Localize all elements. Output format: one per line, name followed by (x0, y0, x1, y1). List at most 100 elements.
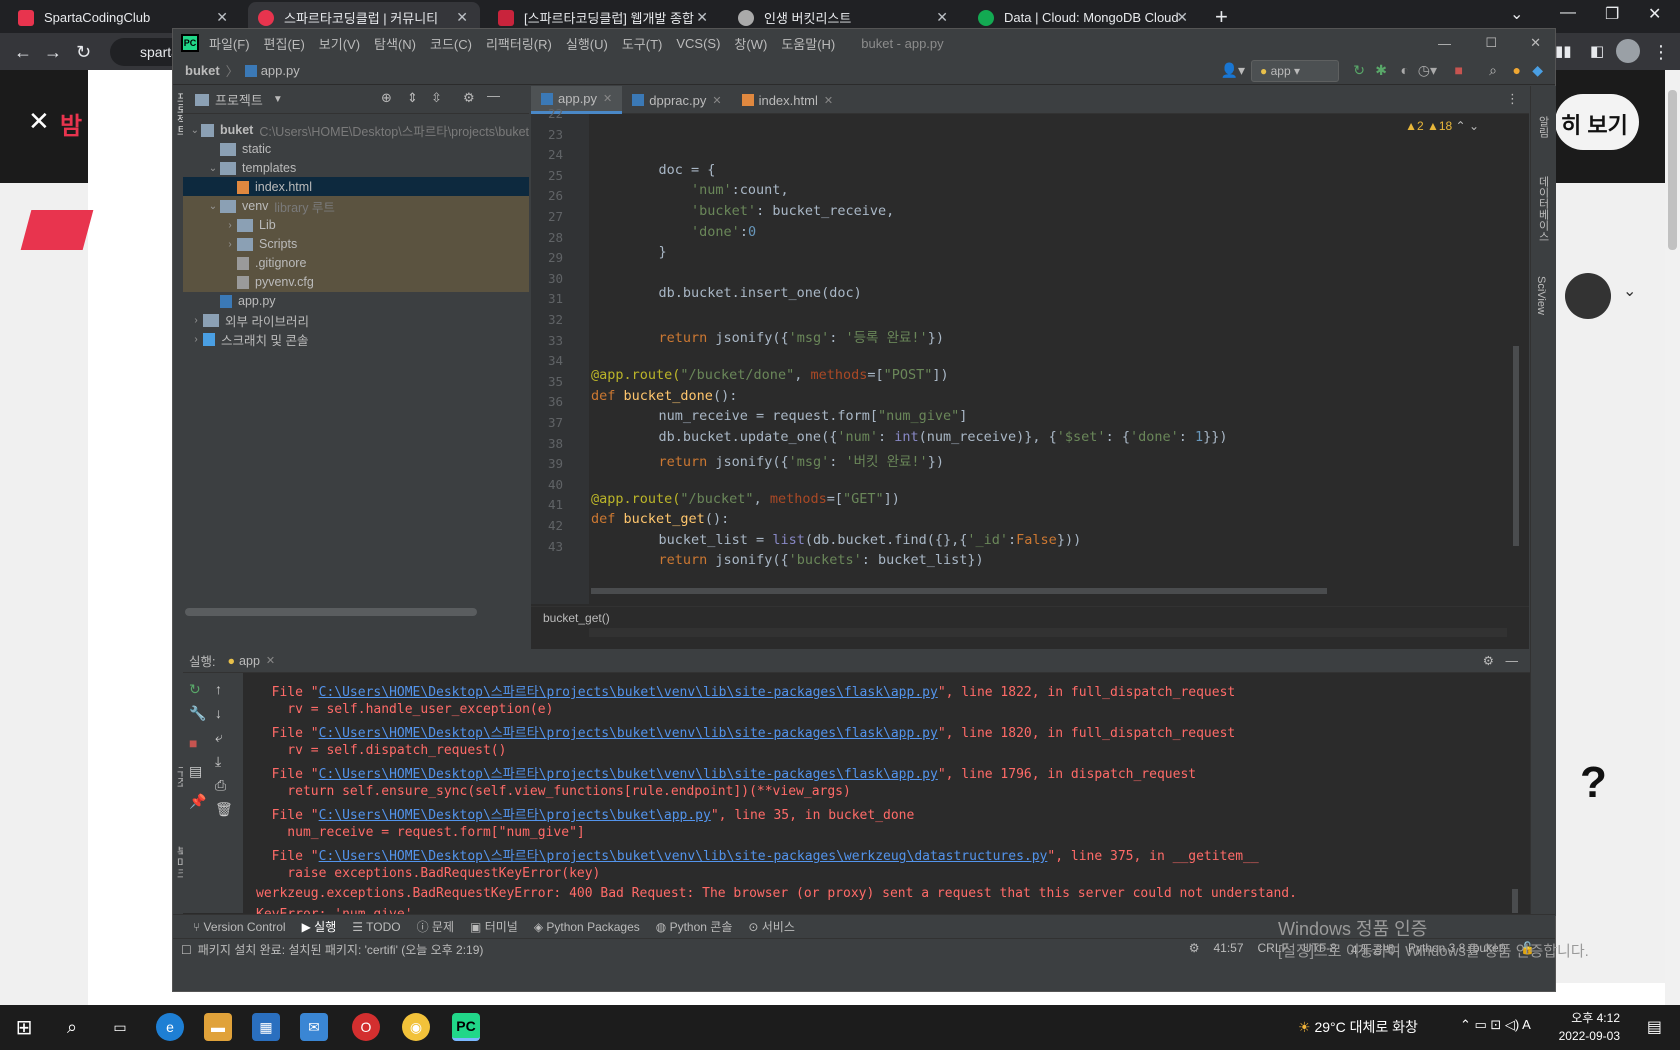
chrome-icon[interactable]: ◉ (402, 1013, 430, 1041)
inspection-widget[interactable]: ▲2 ▲18 ⌃ ⌄ (1405, 119, 1479, 133)
tool-services[interactable]: ⊙ 서비스 (748, 918, 795, 935)
tree-item[interactable]: › 외부 라이브러리 (183, 310, 529, 330)
rerun-icon[interactable]: ↻ (1353, 62, 1365, 79)
stop-icon[interactable]: ■ (189, 735, 197, 751)
horizontal-scrollbar[interactable] (591, 588, 1327, 594)
file-link[interactable]: C:\Users\HOME\Desktop\스파르타\projects\buke… (319, 685, 938, 700)
close-icon[interactable]: ✕ (712, 94, 721, 107)
tool-python-console[interactable]: ◍ Python 콘솔 (656, 918, 733, 935)
soft-wrap-icon[interactable]: ⤶ (215, 729, 223, 746)
trash-icon[interactable]: 🗑 (215, 801, 233, 818)
file-explorer-icon[interactable]: ▬ (204, 1013, 232, 1041)
project-view-select[interactable]: 프로젝트 (215, 90, 263, 109)
more-icon[interactable]: ⋮ (1506, 91, 1519, 107)
tree-item[interactable]: ⌄ buket C:\Users\HOME\Desktop\스파르타\project… (183, 120, 529, 140)
forward-icon[interactable]: → (44, 42, 62, 63)
tool-problems[interactable]: ⓘ 문제 (417, 918, 454, 935)
hide-icon[interactable]: — (1506, 654, 1519, 668)
menu-code[interactable]: 코드(C) (430, 34, 472, 53)
tree-item[interactable]: ⌄ templates (183, 158, 529, 178)
sciview-tool-button[interactable]: SciView (1535, 276, 1547, 315)
chevron-down-icon[interactable]: ⌄ (1623, 281, 1636, 301)
rerun-icon[interactable]: ↻ (189, 681, 201, 698)
tree-item[interactable]: index.html (183, 177, 529, 197)
menu-help[interactable]: 도움말(H) (781, 34, 835, 53)
reload-icon[interactable]: ↻ (76, 42, 91, 63)
file-link[interactable]: C:\Users\HOME\Desktop\스파르타\projects\buke… (319, 726, 938, 741)
scroll-to-end-icon[interactable]: ⤓ (215, 753, 221, 770)
tree-item[interactable]: pyvenv.cfg (183, 272, 529, 292)
tool-run[interactable]: ▶ 실행 (302, 918, 337, 935)
menu-run[interactable]: 실행(U) (566, 34, 608, 53)
search-icon[interactable]: ⌕ (1489, 62, 1497, 79)
file-link[interactable]: C:\Users\HOME\Desktop\스파르타\projects\buke… (319, 808, 711, 823)
close-icon[interactable]: ✕ (603, 92, 612, 105)
profile-icon[interactable]: ◷▾ (1418, 62, 1437, 79)
menu-tools[interactable]: 도구(T) (622, 34, 663, 53)
menu-refactor[interactable]: 리팩터링(R) (486, 34, 552, 53)
collapse-all-icon[interactable]: ⇳ (431, 90, 442, 106)
expand-all-icon[interactable]: ⇕ (407, 90, 418, 106)
stop-icon[interactable]: ■ (1455, 62, 1463, 78)
user-icon[interactable]: 👤▾ (1221, 62, 1245, 79)
run-configuration-select[interactable]: ● app ▾ (1251, 60, 1339, 82)
tool-terminal[interactable]: ▣ 터미널 (470, 918, 518, 935)
back-icon[interactable]: ← (14, 42, 32, 63)
caret-position[interactable]: 41:57 (1213, 941, 1243, 958)
sync-icon[interactable]: ⚙ (1189, 941, 1200, 958)
menu-navigate[interactable]: 탐색(N) (374, 34, 416, 53)
close-icon[interactable]: ✕ (696, 9, 708, 26)
sidebar-icon[interactable]: ◧ (1590, 42, 1604, 60)
menu-view[interactable]: 보기(V) (319, 34, 360, 53)
layout-icon[interactable]: ▤ (189, 763, 202, 780)
tab-index-html[interactable]: index.html ✕ (732, 86, 843, 114)
store-icon[interactable]: ▦ (252, 1013, 280, 1041)
tab-dpprac-py[interactable]: dpprac.py ✕ (622, 86, 731, 114)
tool-todo[interactable]: ☰ TODO (352, 920, 400, 934)
layout-icon[interactable]: ☐ (181, 943, 192, 957)
clock[interactable]: 오후 4:12 2022-09-03 (1559, 1009, 1620, 1045)
chevron-icon[interactable]: › (189, 334, 203, 345)
menu-icon[interactable]: ⋮ (1652, 42, 1670, 63)
close-icon[interactable]: ✕ (28, 106, 50, 137)
print-icon[interactable]: ⎙ (215, 777, 226, 794)
down-arrow-icon[interactable]: ↓ (215, 705, 222, 721)
wrench-icon[interactable]: 🔧 (189, 705, 206, 722)
banner-button[interactable]: 히 보기 (1555, 94, 1639, 150)
edge-icon[interactable]: e (156, 1013, 184, 1041)
notification-icon[interactable]: ▤ (1647, 1017, 1662, 1037)
search-icon[interactable]: ⌕ (58, 1013, 86, 1041)
pin-icon[interactable]: 📌 (189, 793, 206, 810)
close-icon[interactable]: ✕ (1176, 9, 1188, 26)
avatar[interactable] (1565, 273, 1611, 319)
code-breadcrumb[interactable]: bucket_get() (531, 606, 1529, 628)
close-icon[interactable]: ✕ (936, 9, 948, 26)
close-icon[interactable]: ✕ (456, 9, 468, 26)
status-message[interactable]: 패키지 설치 완료: 설치된 패키지: 'certifi' (오늘 오후 2:1… (198, 941, 484, 958)
close-icon[interactable]: ✕ (824, 94, 833, 107)
console-scrollbar[interactable] (1512, 889, 1518, 913)
chevron-down-icon[interactable]: ▼ (273, 94, 283, 105)
close-window-icon[interactable]: ✕ (1648, 4, 1661, 24)
minimize-icon[interactable]: — (1438, 36, 1451, 51)
gear-icon[interactable]: ⚙ (1483, 653, 1494, 668)
update-icon[interactable]: ● (1513, 62, 1521, 78)
extensions-icon[interactable]: ▮▮ (1555, 42, 1572, 60)
notifications-tool-button[interactable]: 알림 (1535, 116, 1551, 138)
tree-item[interactable]: static (183, 139, 529, 159)
chevron-icon[interactable]: ⌄ (206, 163, 220, 174)
file-link[interactable]: C:\Users\HOME\Desktop\스파르타\projects\buke… (319, 849, 1048, 864)
pycharm-taskbar-icon[interactable]: PC (452, 1013, 480, 1041)
tree-item[interactable]: › Scripts (183, 234, 529, 254)
tab-search-icon[interactable]: ⌄ (1510, 4, 1523, 24)
tool-python-packages[interactable]: ◈ Python Packages (534, 920, 640, 934)
opera-icon[interactable]: O (352, 1013, 380, 1041)
close-icon[interactable]: ✕ (266, 654, 275, 667)
menu-file[interactable]: 파일(F) (209, 34, 250, 53)
chevron-icon[interactable]: ⌄ (189, 125, 201, 136)
start-icon[interactable]: ⊞ (10, 1013, 38, 1041)
tree-item[interactable]: .gitignore (183, 253, 529, 273)
hide-icon[interactable]: — (487, 88, 500, 103)
webpage-scrollbar[interactable] (1665, 70, 1680, 1005)
chevron-icon[interactable]: › (223, 220, 237, 231)
